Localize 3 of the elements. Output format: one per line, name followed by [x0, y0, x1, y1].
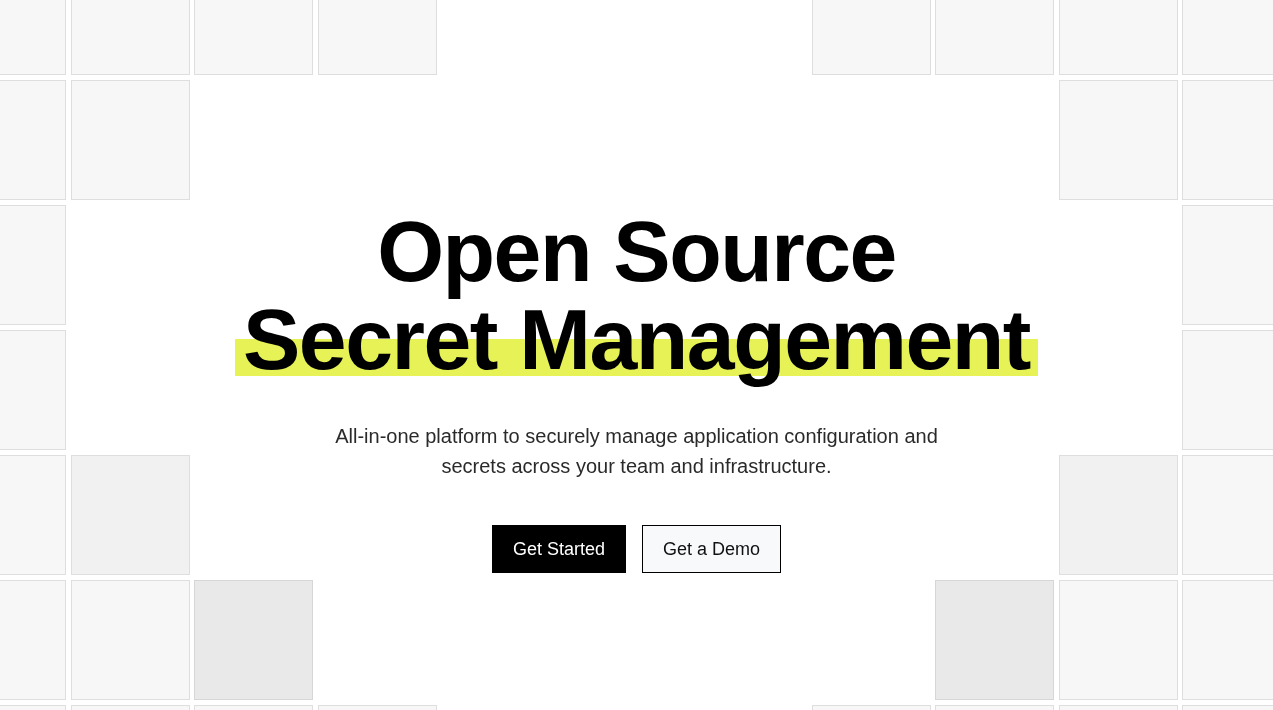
- subtitle: All-in-one platform to securely manage application configuration and secrets across your team and infrastructure.: [334, 424, 939, 479]
- get-started-button[interactable]: Get Started: [491, 525, 626, 573]
- demo-button[interactable]: Get a Demo: [642, 525, 782, 573]
